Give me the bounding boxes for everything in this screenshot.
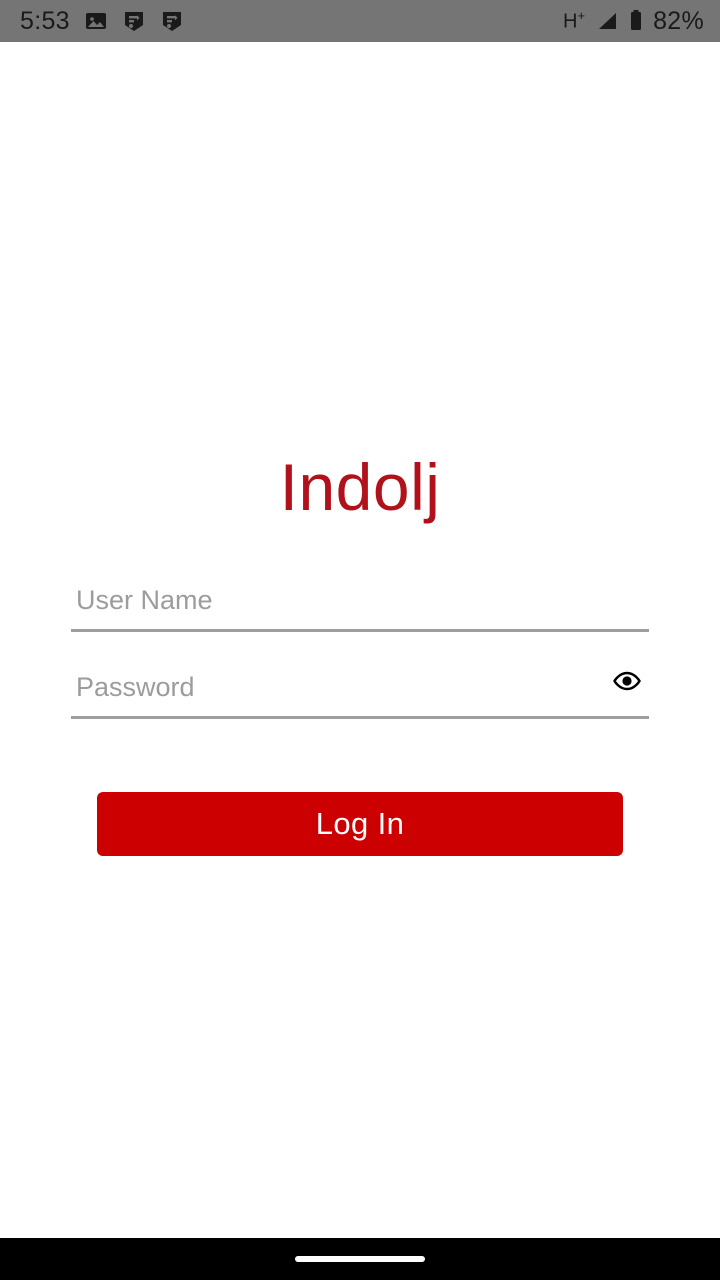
password-input[interactable]: [71, 659, 649, 716]
network-type-label: H+: [563, 9, 585, 32]
notification-badge-icon-2: [160, 9, 184, 33]
username-underline: [71, 629, 649, 632]
battery-percentage: 82%: [653, 6, 704, 35]
status-bar: 5:53 H+ 82%: [0, 0, 720, 42]
password-field-group: [71, 659, 649, 719]
home-indicator[interactable]: [295, 1256, 425, 1262]
toggle-password-visibility-button[interactable]: [607, 665, 647, 699]
main-content: Indolj Log In: [0, 42, 720, 1238]
system-navigation-bar: [0, 1238, 720, 1280]
eye-icon: [612, 670, 642, 695]
status-bar-left: 5:53: [20, 6, 184, 35]
network-type-superscript: +: [577, 7, 586, 23]
network-type-text: H: [563, 10, 578, 33]
battery-icon: [629, 9, 643, 33]
phone-screen: 5:53 H+ 82% Indolj User Name Log In: [0, 0, 720, 1280]
notification-badge-icon-1: [122, 9, 146, 33]
login-button[interactable]: Log In: [97, 792, 623, 856]
username-field-group: [71, 572, 649, 632]
status-bar-right: H+ 82%: [563, 6, 704, 35]
login-form: Indolj Log In: [0, 42, 720, 1238]
signal-bars-icon: [595, 10, 619, 32]
brand-logo: Indolj: [279, 450, 441, 524]
image-icon: [84, 9, 108, 33]
password-underline: [71, 716, 649, 719]
clock-time: 5:53: [20, 6, 70, 35]
username-input[interactable]: [71, 572, 649, 629]
